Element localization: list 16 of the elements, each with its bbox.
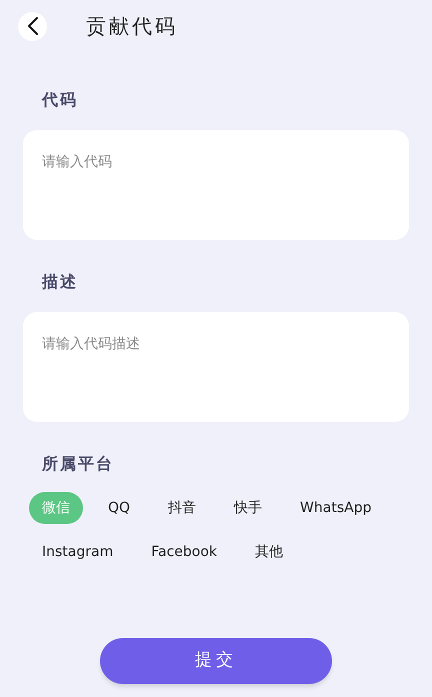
back-button[interactable]	[18, 12, 47, 40]
platform-chip[interactable]: Facebook	[138, 536, 230, 568]
platform-chip[interactable]: WhatsApp	[287, 492, 384, 524]
input-field[interactable]: 请输入代码	[23, 130, 409, 240]
platform-chip[interactable]: Instagram	[29, 536, 126, 568]
platform-chip[interactable]: 抖音	[155, 492, 210, 524]
platform-chip[interactable]: 快手	[221, 492, 276, 524]
section-label: 所属平台	[42, 453, 114, 475]
page-title: 贡献代码	[86, 13, 178, 40]
submit-button[interactable]: 提交	[100, 638, 332, 684]
back-icon	[26, 16, 38, 36]
section-label: 代码	[42, 89, 78, 111]
section-label: 描述	[42, 271, 78, 293]
platform-chip[interactable]: 其他	[242, 536, 296, 568]
input-field[interactable]: 请输入代码描述	[23, 312, 409, 422]
platform-chip[interactable]: QQ	[95, 492, 144, 524]
